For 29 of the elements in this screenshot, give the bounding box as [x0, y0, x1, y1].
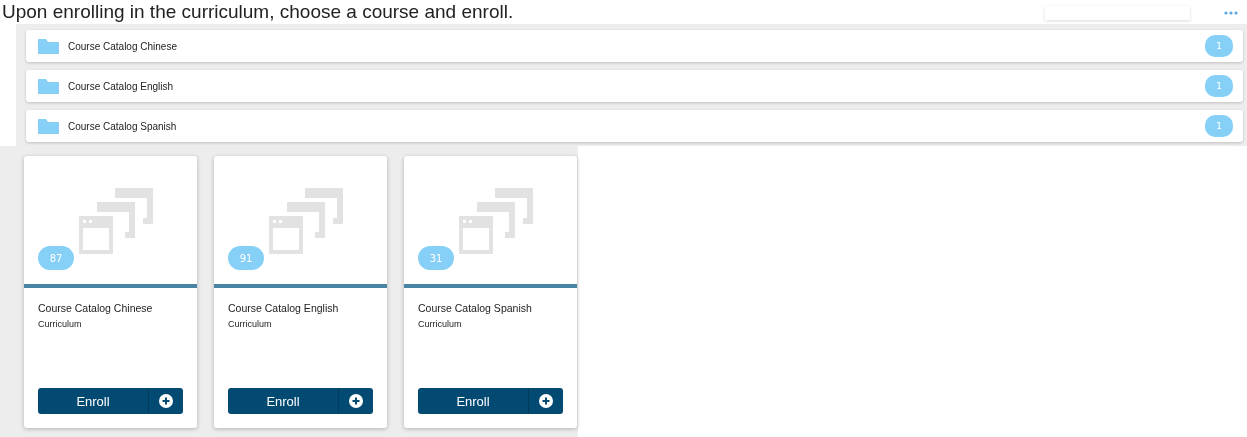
- count-badge: 1: [1205, 115, 1233, 137]
- plus-icon: [159, 394, 173, 408]
- catalog-row[interactable]: Course Catalog Chinese 1: [26, 30, 1243, 62]
- enroll-button[interactable]: Enroll: [228, 388, 373, 414]
- count-badge: 87: [38, 246, 74, 270]
- enroll-button[interactable]: Enroll: [418, 388, 563, 414]
- catalog-row[interactable]: Course Catalog Spanish 1: [26, 110, 1243, 142]
- folder-icon: [38, 38, 59, 54]
- plus-icon: [539, 394, 553, 408]
- folder-icon: [38, 78, 59, 94]
- windows-icon: [268, 188, 343, 254]
- folder-icon: [38, 118, 59, 134]
- card-title: Course Catalog Chinese: [38, 302, 154, 314]
- card-type: Curriculum: [418, 319, 463, 329]
- card-type: Curriculum: [38, 319, 83, 329]
- more-icon[interactable]: [1224, 11, 1238, 15]
- card-title: Course Catalog English: [228, 302, 340, 314]
- windows-icon: [458, 188, 533, 254]
- card-type: Curriculum: [228, 319, 273, 329]
- plus-icon: [349, 394, 363, 408]
- enroll-button[interactable]: Enroll: [38, 388, 183, 414]
- count-badge: 31: [418, 246, 454, 270]
- windows-icon: [78, 188, 153, 254]
- count-badge: 1: [1205, 35, 1233, 57]
- instruction-text: Upon enrolling in the curriculum, choose a course and enroll.: [2, 1, 514, 23]
- count-badge: 91: [228, 246, 264, 270]
- catalog-row[interactable]: Course Catalog English 1: [26, 70, 1243, 102]
- count-badge: 1: [1205, 75, 1233, 97]
- card-title: Course Catalog Spanish: [418, 302, 533, 314]
